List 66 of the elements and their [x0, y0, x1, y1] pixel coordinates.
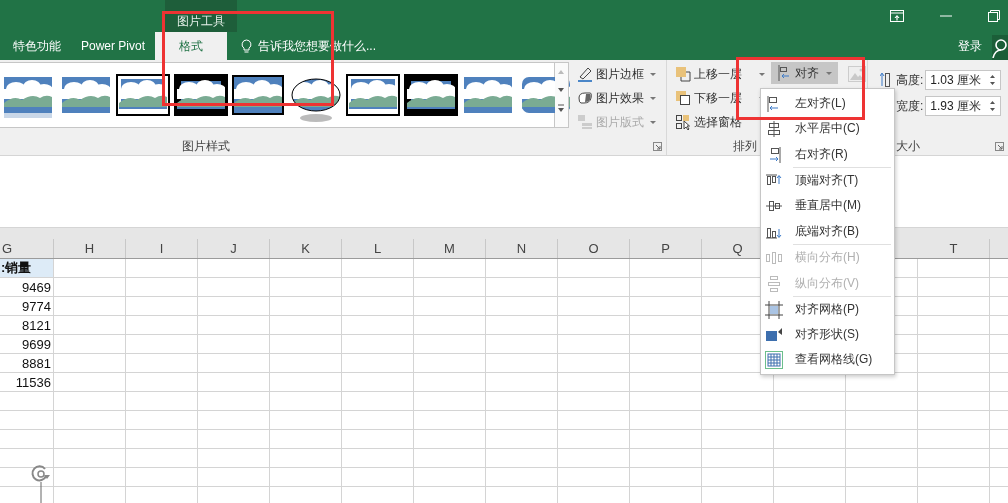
table-cell	[0, 411, 54, 430]
account-button[interactable]	[992, 35, 1008, 60]
picture-format-button[interactable]: 图片效果	[575, 86, 658, 110]
group-label: 图片样式	[182, 137, 230, 155]
dialog-launcher-icon[interactable]	[995, 142, 1004, 151]
gridlines-icon	[765, 350, 783, 369]
column-header[interactable]: T	[918, 239, 990, 258]
table-cell: :销量	[0, 259, 54, 278]
layer-icon	[675, 90, 691, 106]
ribbon-tab[interactable]: 格式	[155, 32, 228, 60]
table-cell: 8881	[0, 354, 54, 373]
menu-item[interactable]: 查看网格线(G)	[761, 347, 894, 372]
shape-icon	[577, 90, 593, 106]
pen-icon	[577, 66, 593, 82]
column-header[interactable]: K	[270, 239, 342, 258]
size-label: 高度:	[896, 71, 924, 89]
menu-item[interactable]: 左对齐(L)	[761, 91, 894, 116]
restore-icon[interactable]	[988, 10, 1000, 22]
lightbulb-icon	[241, 38, 253, 54]
ribbon-display-icon[interactable]	[890, 10, 904, 22]
ribbon-tab[interactable]: Power Pivot	[71, 32, 156, 60]
picture-format-button[interactable]: 图片边框	[575, 62, 658, 86]
table-cell: 8121	[0, 316, 54, 335]
column-header[interactable]: N	[486, 239, 558, 258]
distribute-v-icon	[765, 274, 783, 293]
align-button[interactable]: 对齐	[771, 62, 838, 84]
snap-grid-icon	[765, 300, 783, 319]
person-icon	[992, 37, 1007, 58]
menu-item[interactable]: 水平居中(C)	[761, 116, 894, 141]
height-icon	[880, 72, 890, 88]
table-cell	[0, 449, 54, 468]
layout-icon	[577, 114, 593, 130]
selection-pane-icon	[675, 114, 691, 130]
column-header[interactable]: H	[54, 239, 126, 258]
table-cell: 9469	[0, 278, 54, 297]
rotate-handle-icon[interactable]	[30, 463, 52, 503]
size-spinner[interactable]: 1.93 厘米	[925, 96, 1002, 116]
group-label: 大小	[896, 138, 920, 155]
menu-item[interactable]: 垂直居中(M)	[761, 193, 894, 218]
size-spinner[interactable]: 1.03 厘米	[925, 70, 1002, 90]
table-cell: 9774	[0, 297, 54, 316]
align-left-icon	[777, 65, 791, 81]
table-cell: 11536	[0, 373, 54, 392]
column-header[interactable]: J	[198, 239, 270, 258]
size-label: 宽度:	[896, 97, 924, 115]
column-header[interactable]: P	[630, 239, 702, 258]
dialog-launcher-icon[interactable]	[653, 142, 662, 151]
column-header[interactable]: I	[126, 239, 198, 258]
spin-arrows-icon	[989, 98, 997, 114]
group-label: 排列	[733, 137, 757, 155]
align-center-icon	[765, 119, 783, 138]
column-header[interactable]: O	[558, 239, 630, 258]
table-cell	[0, 392, 54, 411]
menu-item[interactable]: 顶端对齐(T)	[761, 168, 894, 193]
spin-arrows-icon	[989, 72, 997, 88]
column-header[interactable]: G	[0, 239, 54, 258]
sign-in-link[interactable]: 登录	[958, 37, 982, 55]
menu-item[interactable]: 对齐形状(S)	[761, 322, 894, 347]
context-tab-group-label: 图片工具	[165, 0, 237, 32]
column-header[interactable]: M	[414, 239, 486, 258]
menu-item[interactable]: 对齐网格(P)	[761, 297, 894, 322]
table-cell: 9699	[0, 335, 54, 354]
layer-icon	[675, 66, 691, 82]
ribbon-tab[interactable]: 特色功能	[3, 32, 71, 60]
column-header[interactable]: L	[342, 239, 414, 258]
table-cell	[0, 430, 54, 449]
